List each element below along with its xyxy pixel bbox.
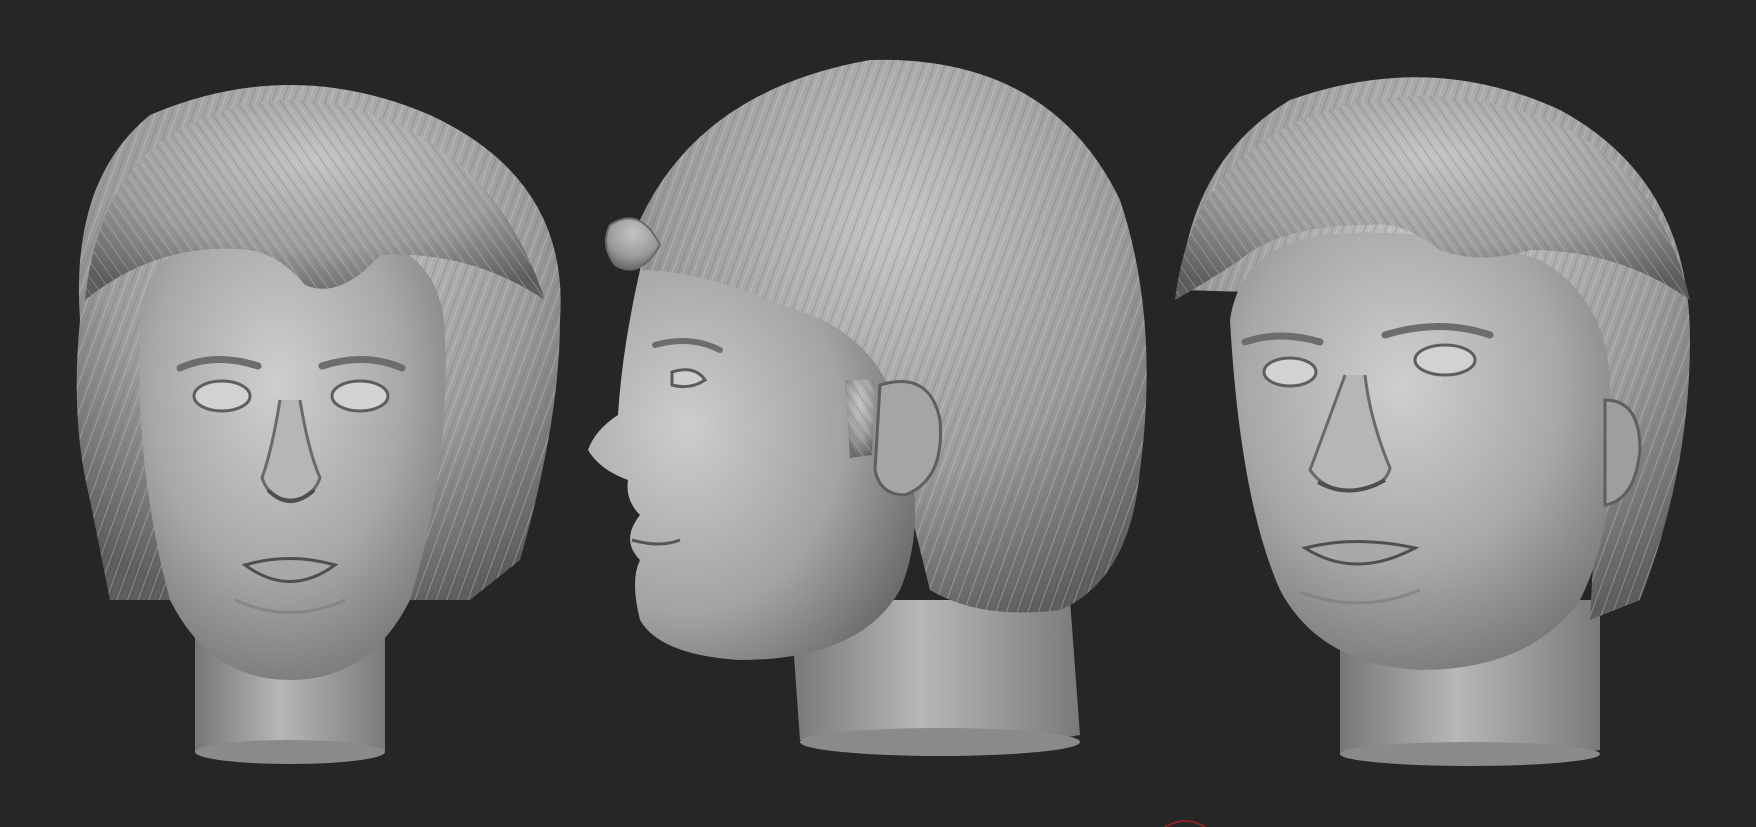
three-quarter-view-head <box>1175 77 1690 766</box>
front-right-eye <box>330 379 390 413</box>
front-view-head <box>76 85 561 764</box>
sculpt-render-canvas <box>0 0 1756 827</box>
profile-view-head <box>588 59 1147 756</box>
tq-left-eye <box>1262 356 1318 388</box>
front-left-eye <box>192 379 252 413</box>
red-marker-arc <box>1164 820 1206 827</box>
tq-right-eye <box>1413 343 1477 377</box>
tq-face <box>1230 232 1612 670</box>
render-viewport <box>76 59 1690 827</box>
